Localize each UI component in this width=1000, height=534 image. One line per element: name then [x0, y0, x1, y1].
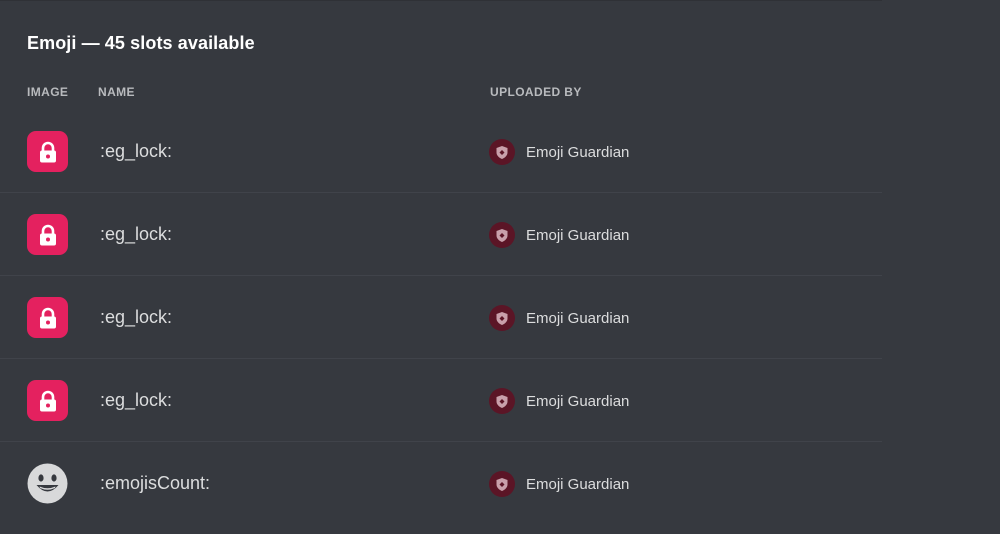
avatar: [489, 305, 515, 331]
lock-icon: [39, 141, 56, 162]
uploader: Emoji Guardian: [489, 388, 629, 414]
emoji-row[interactable]: :eg_lock: Emoji Guardian: [0, 110, 882, 193]
uploader-name: Emoji Guardian: [526, 392, 630, 410]
uploader: Emoji Guardian: [489, 222, 629, 248]
uploader-name: Emoji Guardian: [526, 475, 630, 493]
emoji-row[interactable]: :eg_lock: Emoji Guardian: [0, 359, 882, 442]
avatar: [489, 222, 515, 248]
uploader-name: Emoji Guardian: [526, 226, 630, 244]
emoji-image: [27, 214, 68, 255]
section-title: Emoji — 45 slots available: [27, 33, 255, 53]
emoji-image: [27, 463, 68, 504]
column-header-name: NAME: [98, 85, 135, 99]
emoji-row[interactable]: :eg_lock: Emoji Guardian: [0, 193, 882, 276]
avatar: [489, 139, 515, 165]
lock-icon: [39, 390, 56, 411]
lock-icon: [39, 307, 56, 328]
emoji-name[interactable]: :eg_lock:: [100, 141, 172, 162]
uploader-name: Emoji Guardian: [526, 309, 630, 327]
emoji-list: :eg_lock: Emoji Guardian:eg_lock: Emoji…: [0, 110, 882, 525]
lock-icon: [39, 224, 56, 245]
shield-icon: [496, 228, 508, 242]
emoji-image: [27, 297, 68, 338]
emoji-name[interactable]: :eg_lock:: [100, 390, 172, 411]
smiley-face-icon: [27, 463, 68, 504]
top-divider: [0, 0, 882, 1]
shield-icon: [496, 394, 508, 408]
emoji-name[interactable]: :emojisCount:: [100, 473, 210, 494]
emoji-image: [27, 380, 68, 421]
uploader: Emoji Guardian: [489, 471, 629, 497]
emoji-name[interactable]: :eg_lock:: [100, 307, 172, 328]
shield-icon: [496, 311, 508, 325]
avatar: [489, 388, 515, 414]
shield-icon: [496, 477, 508, 491]
column-header-image: IMAGE: [27, 85, 69, 99]
emoji-settings-page: Emoji — 45 slots available IMAGE NAME UP…: [0, 0, 1000, 534]
uploader-name: Emoji Guardian: [526, 143, 630, 161]
uploader: Emoji Guardian: [489, 139, 629, 165]
emoji-image: [27, 131, 68, 172]
shield-icon: [496, 145, 508, 159]
emoji-name[interactable]: :eg_lock:: [100, 224, 172, 245]
emoji-row[interactable]: :eg_lock: Emoji Guardian: [0, 276, 882, 359]
column-header-uploaded-by: UPLOADED BY: [490, 85, 582, 99]
emoji-row[interactable]: :emojisCount: Emoji Guardian: [0, 442, 882, 525]
avatar: [489, 471, 515, 497]
uploader: Emoji Guardian: [489, 305, 629, 331]
